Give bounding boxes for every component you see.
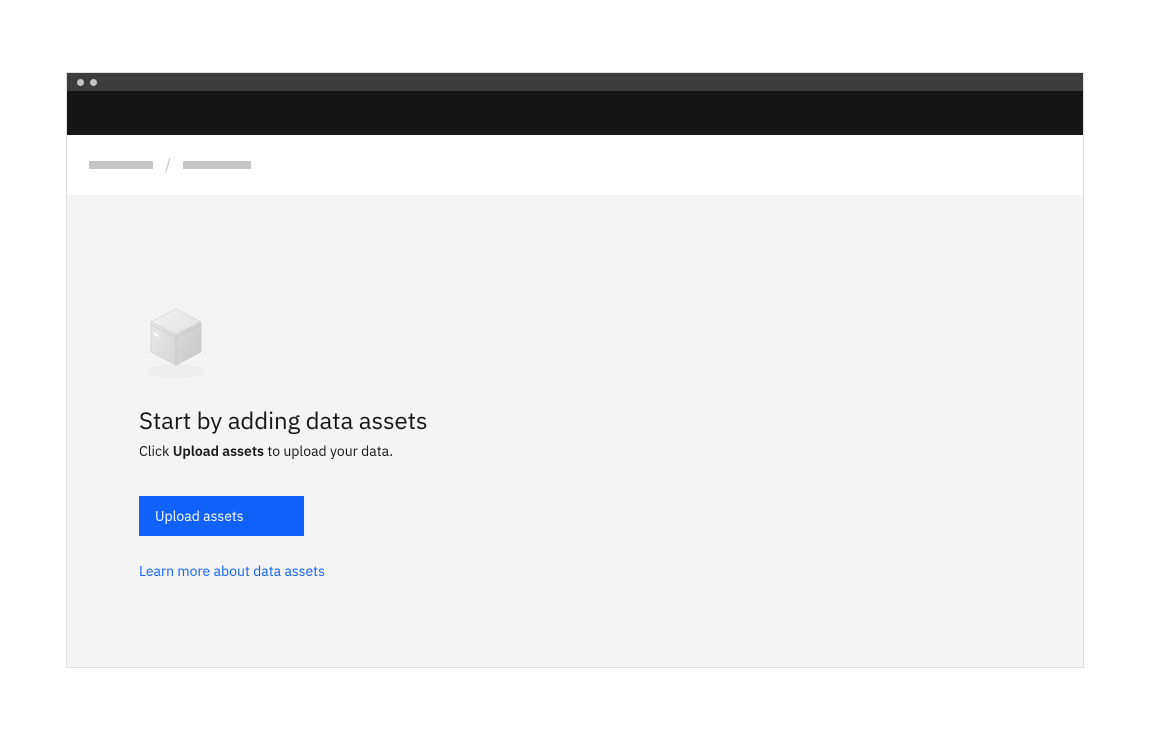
window-control-dot: [90, 79, 97, 86]
main-content: Start by adding data assets Click Upload…: [67, 195, 1083, 667]
app-header: [67, 91, 1083, 135]
window-titlebar: [67, 73, 1083, 91]
subtext-prefix: Click: [139, 442, 173, 460]
subtext-bold: Upload assets: [173, 442, 264, 460]
empty-state-subtext: Click Upload assets to upload your data.: [139, 442, 1011, 460]
learn-more-link[interactable]: Learn more about data assets: [139, 562, 1011, 580]
box-icon: [137, 303, 1011, 386]
upload-assets-button[interactable]: Upload assets: [139, 496, 304, 536]
subtext-suffix: to upload your data.: [264, 442, 393, 460]
breadcrumb-bar: /: [67, 135, 1083, 195]
breadcrumb-separator: /: [165, 155, 171, 175]
breadcrumb-item-placeholder[interactable]: [89, 161, 153, 169]
window-control-dot: [77, 79, 84, 86]
empty-state: Start by adding data assets Click Upload…: [139, 303, 1011, 580]
empty-state-heading: Start by adding data assets: [139, 404, 1011, 436]
breadcrumb-item-placeholder[interactable]: [183, 161, 251, 169]
app-window: /: [66, 72, 1084, 668]
